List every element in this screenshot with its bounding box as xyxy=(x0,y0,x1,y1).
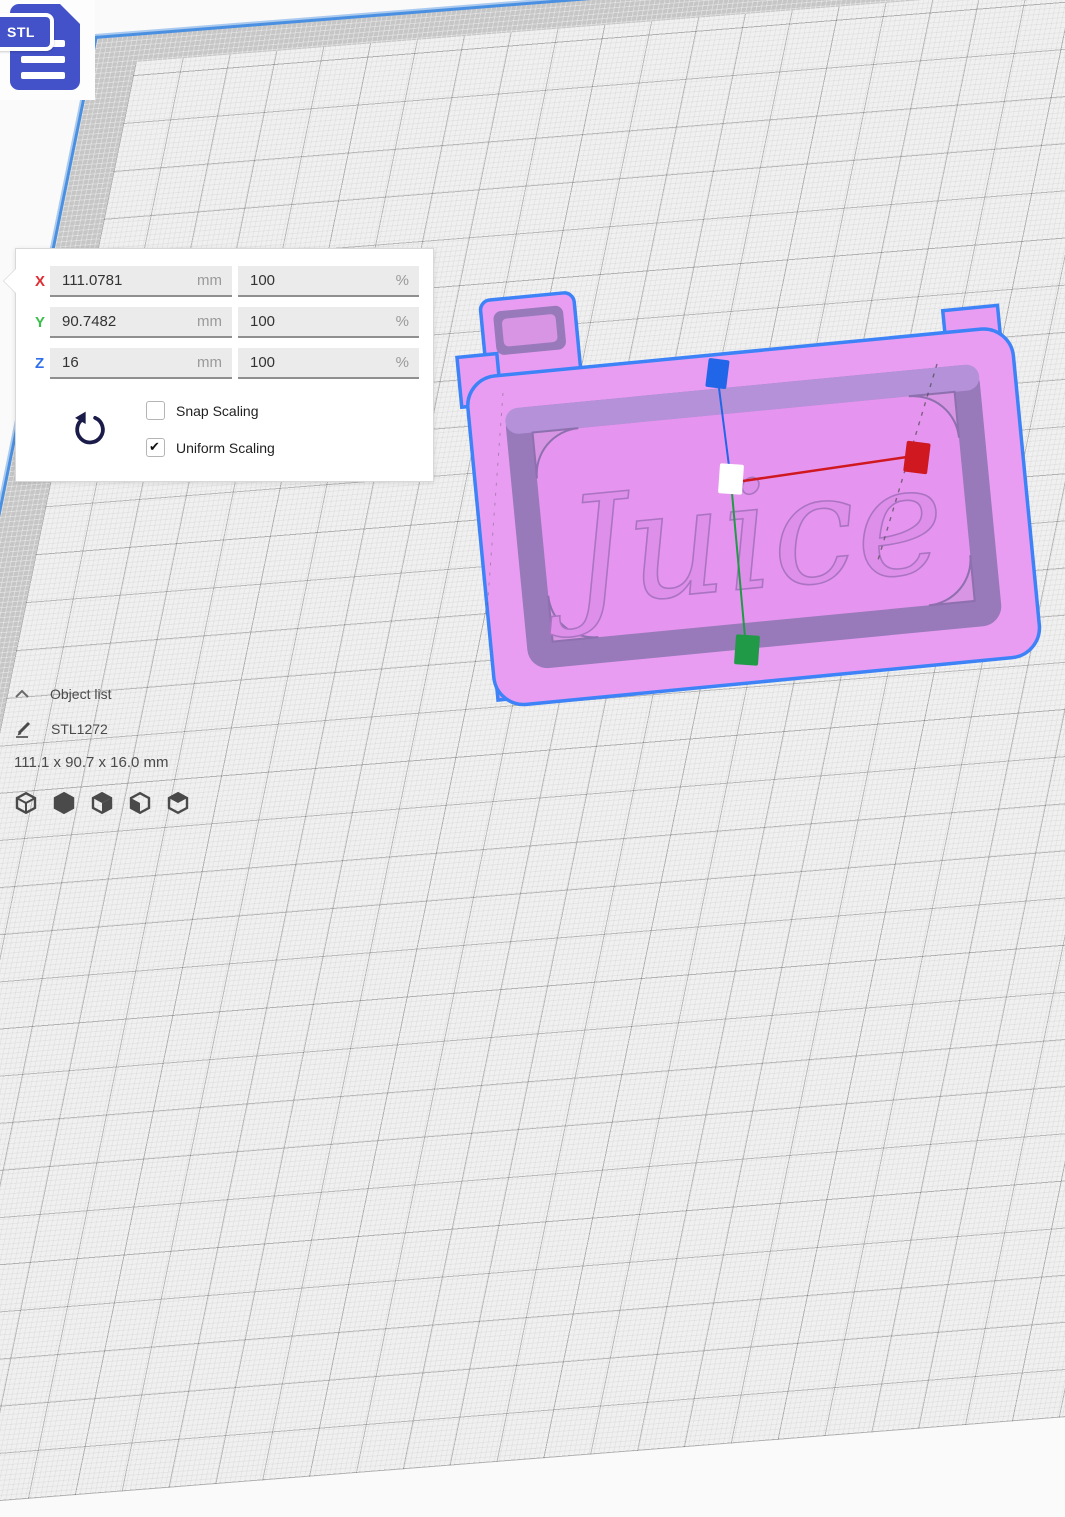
view-left-button[interactable] xyxy=(128,790,152,816)
x-axis-label: X xyxy=(35,266,51,297)
z-percent-input[interactable] xyxy=(238,354,396,371)
scale-handle-center[interactable] xyxy=(718,463,744,495)
view-right-button[interactable] xyxy=(166,790,190,816)
scale-handle-z[interactable] xyxy=(705,358,729,389)
x-size-input[interactable] xyxy=(50,272,197,289)
stl-file-icon: STL xyxy=(0,0,95,100)
reset-icon xyxy=(70,410,108,448)
x-size-unit: mm xyxy=(197,272,232,289)
collapse-caret-icon xyxy=(14,688,30,700)
pencil-icon xyxy=(14,719,34,739)
view-top-icon xyxy=(90,791,114,815)
object-list-header[interactable]: Object list xyxy=(14,686,111,702)
camera-view-toolbar xyxy=(0,790,190,816)
y-size-unit: mm xyxy=(197,313,232,330)
view-front-icon xyxy=(52,791,76,815)
uniform-scaling-option[interactable]: Uniform Scaling xyxy=(146,438,275,457)
uniform-scaling-label: Uniform Scaling xyxy=(176,440,275,456)
snap-scaling-checkbox[interactable] xyxy=(146,401,165,420)
x-percent-unit: % xyxy=(396,272,419,289)
view-right-icon xyxy=(166,791,190,815)
z-size-unit: mm xyxy=(197,354,232,371)
reset-scale-button[interactable] xyxy=(68,409,110,451)
y-size-input[interactable] xyxy=(50,313,197,330)
scale-tool-panel: X mm % Y mm % Z mm % xyxy=(15,248,434,482)
object-list-item[interactable]: STL1272 xyxy=(14,719,108,739)
z-size-input[interactable] xyxy=(50,354,197,371)
y-axis-label: Y xyxy=(35,307,51,338)
object-list-title: Object list xyxy=(50,686,111,702)
z-axis-label: Z xyxy=(35,348,51,379)
snap-scaling-option[interactable]: Snap Scaling xyxy=(146,401,259,420)
y-percent-input[interactable] xyxy=(238,313,396,330)
view-3d-button[interactable] xyxy=(14,790,38,816)
y-percent-unit: % xyxy=(396,313,419,330)
scale-handle-y[interactable] xyxy=(734,634,760,666)
folded-corner-icon xyxy=(59,3,81,25)
scale-handle-x[interactable] xyxy=(903,441,931,475)
x-percent-input[interactable] xyxy=(238,272,396,289)
view-top-button[interactable] xyxy=(90,790,114,816)
uniform-scaling-checkbox[interactable] xyxy=(146,438,165,457)
view-3d-icon xyxy=(14,791,38,815)
panel-pointer xyxy=(4,269,16,293)
z-percent-unit: % xyxy=(396,354,419,371)
object-name: STL1272 xyxy=(51,721,108,737)
view-front-button[interactable] xyxy=(52,790,76,816)
selected-model-dimensions: 111.1 x 90.7 x 16.0 mm xyxy=(14,754,169,771)
view-left-icon xyxy=(128,791,152,815)
snap-scaling-label: Snap Scaling xyxy=(176,403,259,419)
stl-badge: STL xyxy=(0,13,54,51)
